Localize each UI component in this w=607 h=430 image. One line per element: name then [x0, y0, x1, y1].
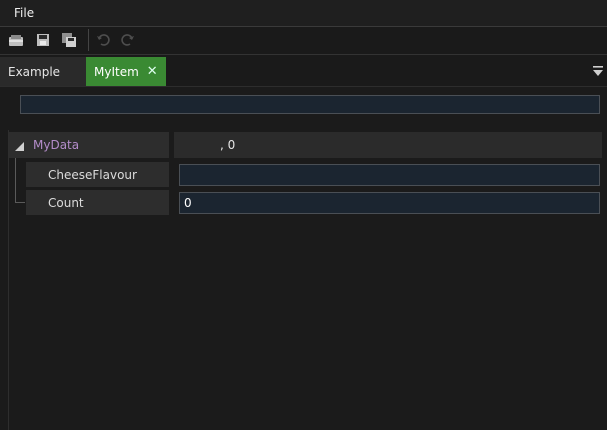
tab-overflow-icon[interactable]: [593, 65, 603, 76]
group-row-mydata[interactable]: MyData: [9, 132, 169, 158]
close-icon[interactable]: ✕: [147, 64, 158, 79]
tree-connector: [15, 202, 25, 203]
menu-file[interactable]: File: [14, 6, 34, 20]
group-value: , 0: [220, 138, 236, 152]
toolbar-separator: [88, 29, 89, 51]
tab-strip: Example MyItem ✕: [0, 55, 607, 87]
save-all-icon[interactable]: [59, 30, 79, 50]
undo-icon[interactable]: [93, 30, 113, 50]
open-icon[interactable]: [6, 30, 26, 50]
property-name: CheeseFlavour: [26, 162, 169, 187]
tab-label: MyItem: [94, 64, 139, 79]
tree-connector: [15, 158, 16, 203]
property-grid: MyData , 0 CheeseFlavour Count 0: [8, 130, 607, 430]
group-value-cell: , 0: [174, 132, 602, 158]
save-icon[interactable]: [33, 30, 53, 50]
property-filter-input[interactable]: [20, 95, 600, 114]
tab-label: Example: [8, 64, 61, 79]
count-field[interactable]: 0: [179, 192, 600, 214]
property-name: Count: [26, 190, 169, 215]
redo-icon[interactable]: [118, 30, 138, 50]
expand-arrow-icon[interactable]: [15, 140, 24, 151]
toolbar: [0, 27, 607, 55]
tab-myitem[interactable]: MyItem ✕: [86, 57, 166, 86]
tab-example[interactable]: Example: [0, 57, 86, 86]
menu-bar: File: [0, 0, 607, 27]
cheeseflavour-field[interactable]: [179, 164, 600, 186]
group-label: MyData: [33, 138, 80, 152]
